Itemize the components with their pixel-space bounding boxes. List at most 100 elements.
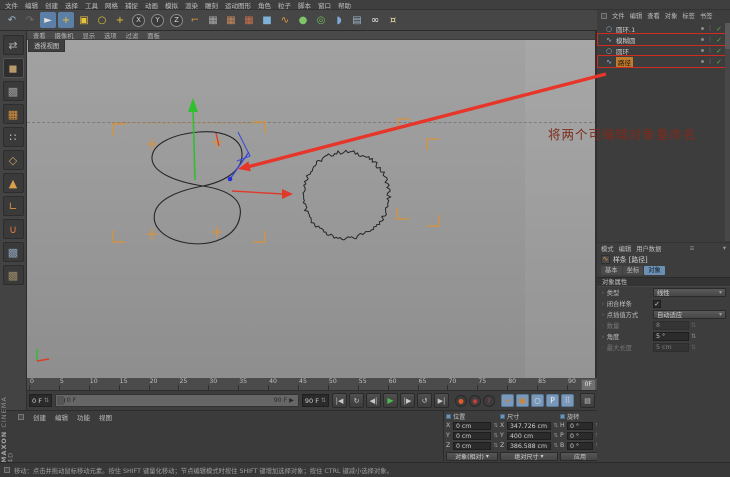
spinner-arrows-icon[interactable]: ⇅ [553, 443, 558, 449]
lock-y-axis-icon[interactable]: Y [151, 13, 164, 27]
scale-icon[interactable]: ▣ [76, 12, 92, 28]
enabled-check-icon[interactable]: ✓ [716, 36, 722, 44]
record-keyframe-button[interactable]: ● [455, 394, 467, 407]
render-view-icon[interactable]: ▦ [205, 12, 221, 28]
spinner-arrows-icon[interactable]: ⇅ [691, 333, 696, 340]
material-menu-item[interactable]: 功能 [77, 412, 90, 422]
viewport-menu-item[interactable]: 面板 [147, 31, 160, 40]
caret-icon[interactable]: ▾ [723, 245, 726, 252]
visibility-dots-icon[interactable]: ⋮ [707, 47, 713, 54]
make-editable-icon[interactable]: ⇄ [2, 35, 24, 55]
axis-mode-icon[interactable]: ∟ [2, 196, 24, 216]
render-picture-viewer-icon[interactable]: ▦ [223, 12, 239, 28]
record-scale-toggle[interactable]: ▣ [516, 394, 529, 407]
visibility-dots-icon[interactable]: ⋮ [707, 25, 713, 32]
record-rotation-toggle[interactable]: ○ [531, 394, 544, 407]
add-primitive-icon[interactable]: ■ [259, 12, 275, 28]
play-button[interactable]: ▶ [383, 393, 398, 408]
material-menu-item[interactable]: 编辑 [55, 412, 68, 422]
size-input[interactable]: 386.588 cm [507, 441, 552, 450]
menu-item[interactable]: 捕捉 [125, 0, 138, 10]
rotation-input[interactable]: 0 ° [567, 441, 594, 450]
loop-mode-button[interactable]: ↺ [417, 393, 432, 408]
model-mode-icon[interactable]: ◼ [2, 58, 24, 78]
visibility-dots-icon[interactable]: ⋮ [707, 36, 713, 43]
next-frame-button[interactable]: |▶ [400, 393, 415, 408]
viewport-menu-item[interactable]: 过滤 [126, 31, 139, 40]
frame-range-slider[interactable]: ◀ 0 F 90 F ▶ [54, 394, 299, 407]
material-menu-item[interactable]: 视图 [99, 412, 112, 422]
menu-item[interactable]: 运动图形 [225, 0, 251, 10]
previous-frame-button[interactable]: ◀| [366, 393, 381, 408]
timeline-ruler[interactable]: 0 5 10 15 20 25 30 35 40 45 50 55 60 65 70 75 80 85 90 0F [27, 378, 597, 391]
object-manager-menu-item[interactable]: 编辑 [630, 11, 643, 20]
live-selection-icon[interactable]: ► [40, 12, 56, 28]
points-mode-icon[interactable]: ∷ [2, 127, 24, 147]
size-mode-dropdown[interactable]: 绝对尺寸 ▾ [500, 452, 558, 461]
spinner-arrows-icon[interactable]: ⇅ [553, 423, 558, 429]
viewport-menu-item[interactable]: 摄像机 [55, 31, 74, 40]
coordinate-system-icon[interactable]: ⌐ [187, 12, 203, 28]
spinner-arrows-icon[interactable]: ⇅ [553, 433, 558, 439]
record-position-toggle[interactable]: + [501, 394, 514, 407]
position-input[interactable]: 0 cm [453, 421, 492, 430]
close-spline-checkbox[interactable]: ✓ [653, 299, 661, 308]
attribute-tab[interactable]: 对象 [644, 265, 665, 275]
menu-item[interactable]: 编辑 [25, 0, 38, 10]
menu-item[interactable]: 模拟 [165, 0, 178, 10]
record-parameter-toggle[interactable]: P [546, 394, 559, 407]
texture-mode-icon[interactable]: ▩ [2, 81, 24, 101]
menu-item[interactable]: 创建 [45, 0, 58, 10]
menu-item[interactable]: 脚本 [298, 0, 311, 10]
current-frame-field[interactable]: 0 F ⇅ [29, 394, 52, 407]
attribute-menu-item[interactable]: 用户数据 [636, 244, 661, 253]
attribute-menu-item[interactable]: 编辑 [619, 244, 632, 253]
spinner-arrows-icon[interactable]: ⇅ [493, 443, 498, 449]
perspective-viewport[interactable]: 查看 摄像机 显示 选项 过滤 面板 透视视图 [27, 31, 597, 378]
menu-item[interactable]: 文件 [5, 0, 18, 10]
goto-start-button[interactable]: |◀ [332, 393, 347, 408]
size-input[interactable]: 347.726 cm [507, 421, 552, 430]
add-mograph-icon[interactable]: ◎ [313, 12, 329, 28]
redo-icon[interactable]: ↷ [22, 12, 38, 28]
menu-item[interactable]: 雕刻 [205, 0, 218, 10]
angle-input[interactable]: 5 ° [653, 332, 689, 341]
object-name[interactable]: 圆环 [616, 46, 629, 56]
圆环.1[interactable]: ○ 圆环.1 ⋮ ✓ [597, 23, 730, 34]
workplane-lock-icon[interactable]: ▩ [2, 242, 24, 262]
visibility-dots-icon[interactable]: ⋮ [707, 58, 713, 65]
keyframe-presets-button[interactable]: ▤ [580, 393, 595, 408]
spinner-arrows-icon[interactable]: ⇅ [493, 423, 498, 429]
attribute-tab[interactable]: 基本 [601, 265, 622, 275]
interpolation-dropdown[interactable]: 自动适应 ▾ [653, 310, 726, 319]
viewport-canvas[interactable] [27, 40, 595, 378]
spinner-arrows-icon[interactable]: ⇅ [493, 433, 498, 439]
viewport-menu-item[interactable]: 查看 [33, 31, 46, 40]
position-input[interactable]: 0 cm [453, 441, 492, 450]
type-dropdown[interactable]: 线性 ▾ [653, 288, 726, 297]
object-name[interactable]: 圆环.1 [616, 24, 635, 34]
lock-z-axis-icon[interactable]: Z [170, 13, 183, 27]
模糊圆[interactable]: ∿ 模糊圆 ⋮ ✓ [597, 33, 730, 46]
layer-dot-icon[interactable] [701, 49, 705, 52]
menu-item[interactable]: 角色 [258, 0, 271, 10]
menu-item[interactable]: 网格 [105, 0, 118, 10]
layer-dot-icon[interactable] [701, 38, 705, 41]
viewport-tab[interactable]: 透视视图 [28, 40, 66, 52]
move-icon[interactable]: + [58, 12, 74, 28]
size-input[interactable]: 400 cm [507, 431, 552, 440]
rotation-input[interactable]: 0 ° [567, 421, 594, 430]
current-frame-tag[interactable]: 0F [580, 379, 596, 390]
spinner-arrows-icon[interactable]: ⇅ [321, 397, 326, 404]
quantize-icon[interactable]: ▩ [2, 265, 24, 285]
add-generator-icon[interactable]: ● [295, 12, 311, 28]
object-manager-menu-item[interactable]: 标签 [682, 11, 695, 20]
spinner-arrows-icon[interactable]: ⇅ [44, 397, 49, 404]
panel-menu-icon[interactable]: ≡ [689, 245, 694, 252]
add-deformer-icon[interactable]: ◗ [331, 12, 347, 28]
object-manager-menu-item[interactable]: 文件 [612, 11, 625, 20]
position-input[interactable]: 0 cm [453, 431, 492, 440]
路径[interactable]: ∿ 路径 ⋮ ✓ [597, 55, 730, 68]
autokey-button[interactable]: ◉ [469, 394, 481, 407]
coord-mode-dropdown[interactable]: 对象(相对) ▾ [446, 452, 498, 461]
